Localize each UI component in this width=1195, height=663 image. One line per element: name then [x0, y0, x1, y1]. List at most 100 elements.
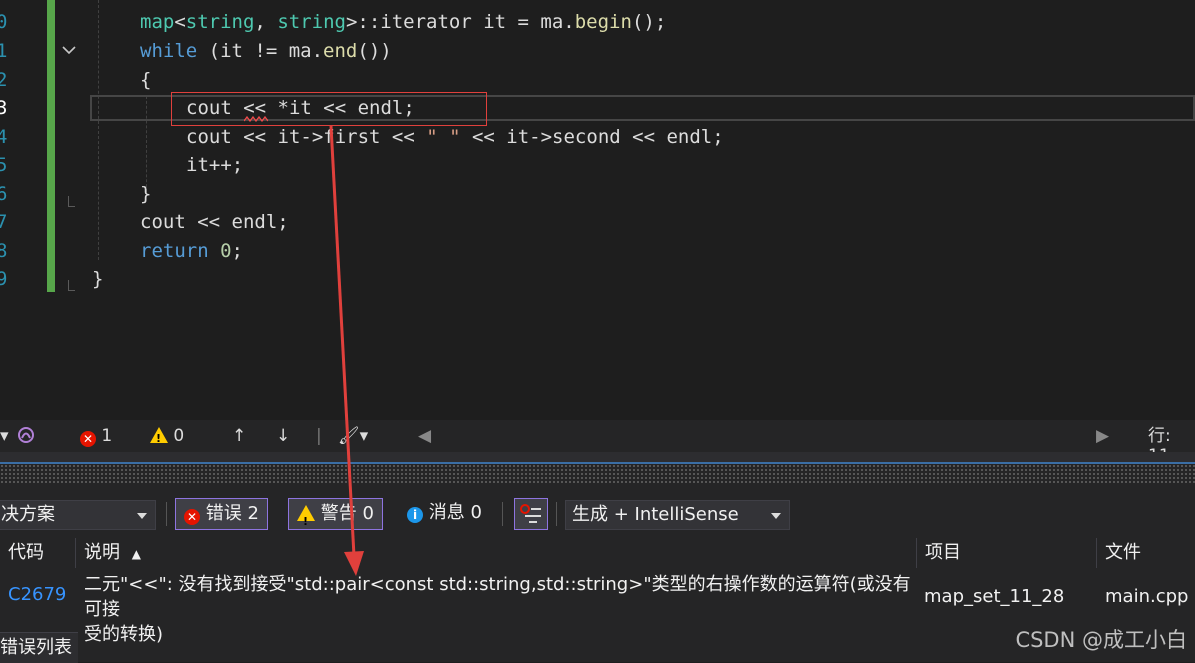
scroll-right-icon[interactable]: ▶ [1096, 426, 1109, 446]
column-header-code[interactable]: 代码 [0, 538, 76, 568]
error-description: 二元"<<": 没有找到接受"std::pair<const std::stri… [84, 572, 914, 647]
code-token: ; [231, 240, 243, 262]
code-token: return [140, 240, 209, 262]
code-token: map [140, 11, 175, 33]
build-source-dropdown[interactable]: 生成 + IntelliSense [565, 500, 790, 530]
filter-toggle-button[interactable] [514, 498, 548, 530]
error-description-line: 受的转换) [84, 624, 164, 645]
editor-status-bar: ▾ ✕ 1 0 ↑ ↓ | 🖌▾ ◀ ▶ 行: 11 [0, 420, 1195, 466]
error-list-header: 代码 说明 ▲ 项目 文件 [0, 538, 1195, 569]
line-number: 7 [0, 211, 8, 233]
warning-count-label: 0 [173, 426, 185, 446]
column-header-description[interactable]: 说明 ▲ [76, 538, 917, 568]
info-icon: i [407, 507, 423, 523]
errors-filter-label: 错误 2 [205, 503, 259, 524]
change-indicator [47, 0, 55, 292]
line-number: 8 [0, 240, 8, 262]
messages-filter-button[interactable]: i 消息 0 [407, 498, 482, 528]
highlight-box [171, 92, 487, 126]
panel-grip[interactable] [0, 464, 1195, 484]
code-token: " " [426, 126, 461, 148]
brush-icon[interactable]: 🖌▾ [338, 426, 368, 446]
watermark: CSDN @成工小白 [1015, 628, 1187, 652]
warning-icon [297, 505, 315, 537]
sort-ascending-icon: ▲ [131, 547, 141, 561]
line-number: 5 [0, 154, 8, 176]
filter-icon [520, 504, 541, 523]
line-number: 0 [0, 11, 8, 33]
line-number: 2 [0, 69, 8, 91]
code-line: while (it != ma.end()) [140, 37, 392, 66]
line-number: 9 [0, 268, 8, 290]
code-token: begin [574, 11, 632, 33]
code-editor[interactable]: 0 1 2 3 4 5 6 7 8 9 map<string, string>:… [0, 0, 1195, 420]
code-token: string [185, 11, 255, 33]
error-description-line: 二元"<<": 没有找到接受"std::pair<const std::stri… [84, 574, 911, 620]
error-file: main.cpp [1105, 586, 1189, 607]
code-token: < [174, 11, 186, 33]
code-token: << it->second << endl; [460, 126, 724, 148]
errors-filter-button[interactable]: ✕ 错误 2 [175, 498, 268, 530]
error-project: map_set_11_28 [924, 586, 1065, 607]
separator: | [316, 426, 322, 446]
build-source-value: 生成 + IntelliSense [572, 504, 739, 525]
code-token: cout << it->first << [186, 126, 427, 148]
separator [502, 502, 503, 526]
indent-guide [98, 0, 99, 260]
scope-dropdown-value: 决方案 [1, 504, 55, 525]
column-header-project[interactable]: 项目 [917, 538, 1097, 568]
dropdown-caret-icon[interactable]: ▾ [0, 426, 9, 446]
error-count-label: 1 [101, 426, 113, 446]
column-label: 说明 [84, 542, 120, 563]
error-icon: ✕ [184, 509, 200, 525]
column-header-file[interactable]: 文件 [1097, 538, 1195, 568]
arrow-down-icon[interactable]: ↓ [276, 426, 290, 446]
collapse-chevron-icon[interactable] [60, 41, 78, 59]
code-line: return 0; [140, 237, 243, 266]
chevron-down-icon [137, 513, 147, 519]
line-number: 3 [0, 97, 8, 119]
column-label: 文件 [1105, 542, 1141, 563]
code-token: string [277, 11, 346, 33]
chevron-down-icon [771, 513, 781, 519]
code-token: >::iterator it = ma. [345, 11, 575, 33]
scroll-left-icon[interactable]: ◀ [418, 426, 431, 446]
error-icon: ✕ [80, 431, 96, 447]
code-token: (); [631, 11, 667, 33]
code-token: , [254, 11, 278, 33]
separator [166, 502, 167, 526]
scope-dropdown[interactable]: 决方案 [0, 500, 156, 530]
code-token: ()) [357, 40, 392, 62]
code-line: it++; [186, 154, 244, 176]
code-line: map<string, string>::iterator it = ma.be… [140, 8, 666, 37]
error-list-toolbar: 决方案 ✕ 错误 2 警告 0 i 消息 0 生成 + Intelli [0, 498, 1195, 537]
code-token: 0 [220, 240, 232, 262]
arrow-up-icon[interactable]: ↑ [232, 426, 246, 446]
messages-filter-label: 消息 0 [428, 502, 482, 523]
warnings-filter-label: 警告 0 [320, 503, 374, 524]
code-token: (it != ma. [197, 40, 324, 62]
tab-error-list[interactable]: 错误列表 [0, 632, 78, 663]
code-line: } [140, 183, 152, 205]
code-cleanup-icon[interactable] [16, 425, 36, 445]
column-label: 代码 [8, 542, 44, 563]
code-line: } [92, 268, 104, 290]
column-label: 项目 [925, 542, 961, 563]
warnings-filter-button[interactable]: 警告 0 [288, 498, 383, 537]
code-line: { [140, 69, 152, 91]
separator [556, 502, 557, 526]
code-token: while [140, 40, 198, 62]
line-number: 6 [0, 183, 8, 205]
code-line: cout << endl; [140, 211, 289, 233]
line-number: 4 [0, 126, 8, 148]
table-row[interactable]: C2679 二元"<<": 没有找到接受"std::pair<const std… [0, 568, 1195, 645]
warning-count[interactable]: 0 [150, 426, 185, 449]
fold-end-marker [68, 280, 75, 291]
code-line: cout << it->first << " " << it->second <… [186, 123, 724, 152]
error-code-link[interactable]: C2679 [8, 584, 66, 605]
error-count[interactable]: ✕ 1 [80, 426, 112, 447]
panel-splitter[interactable] [0, 452, 1195, 465]
warning-icon [150, 427, 168, 449]
fold-end-marker [68, 196, 75, 207]
